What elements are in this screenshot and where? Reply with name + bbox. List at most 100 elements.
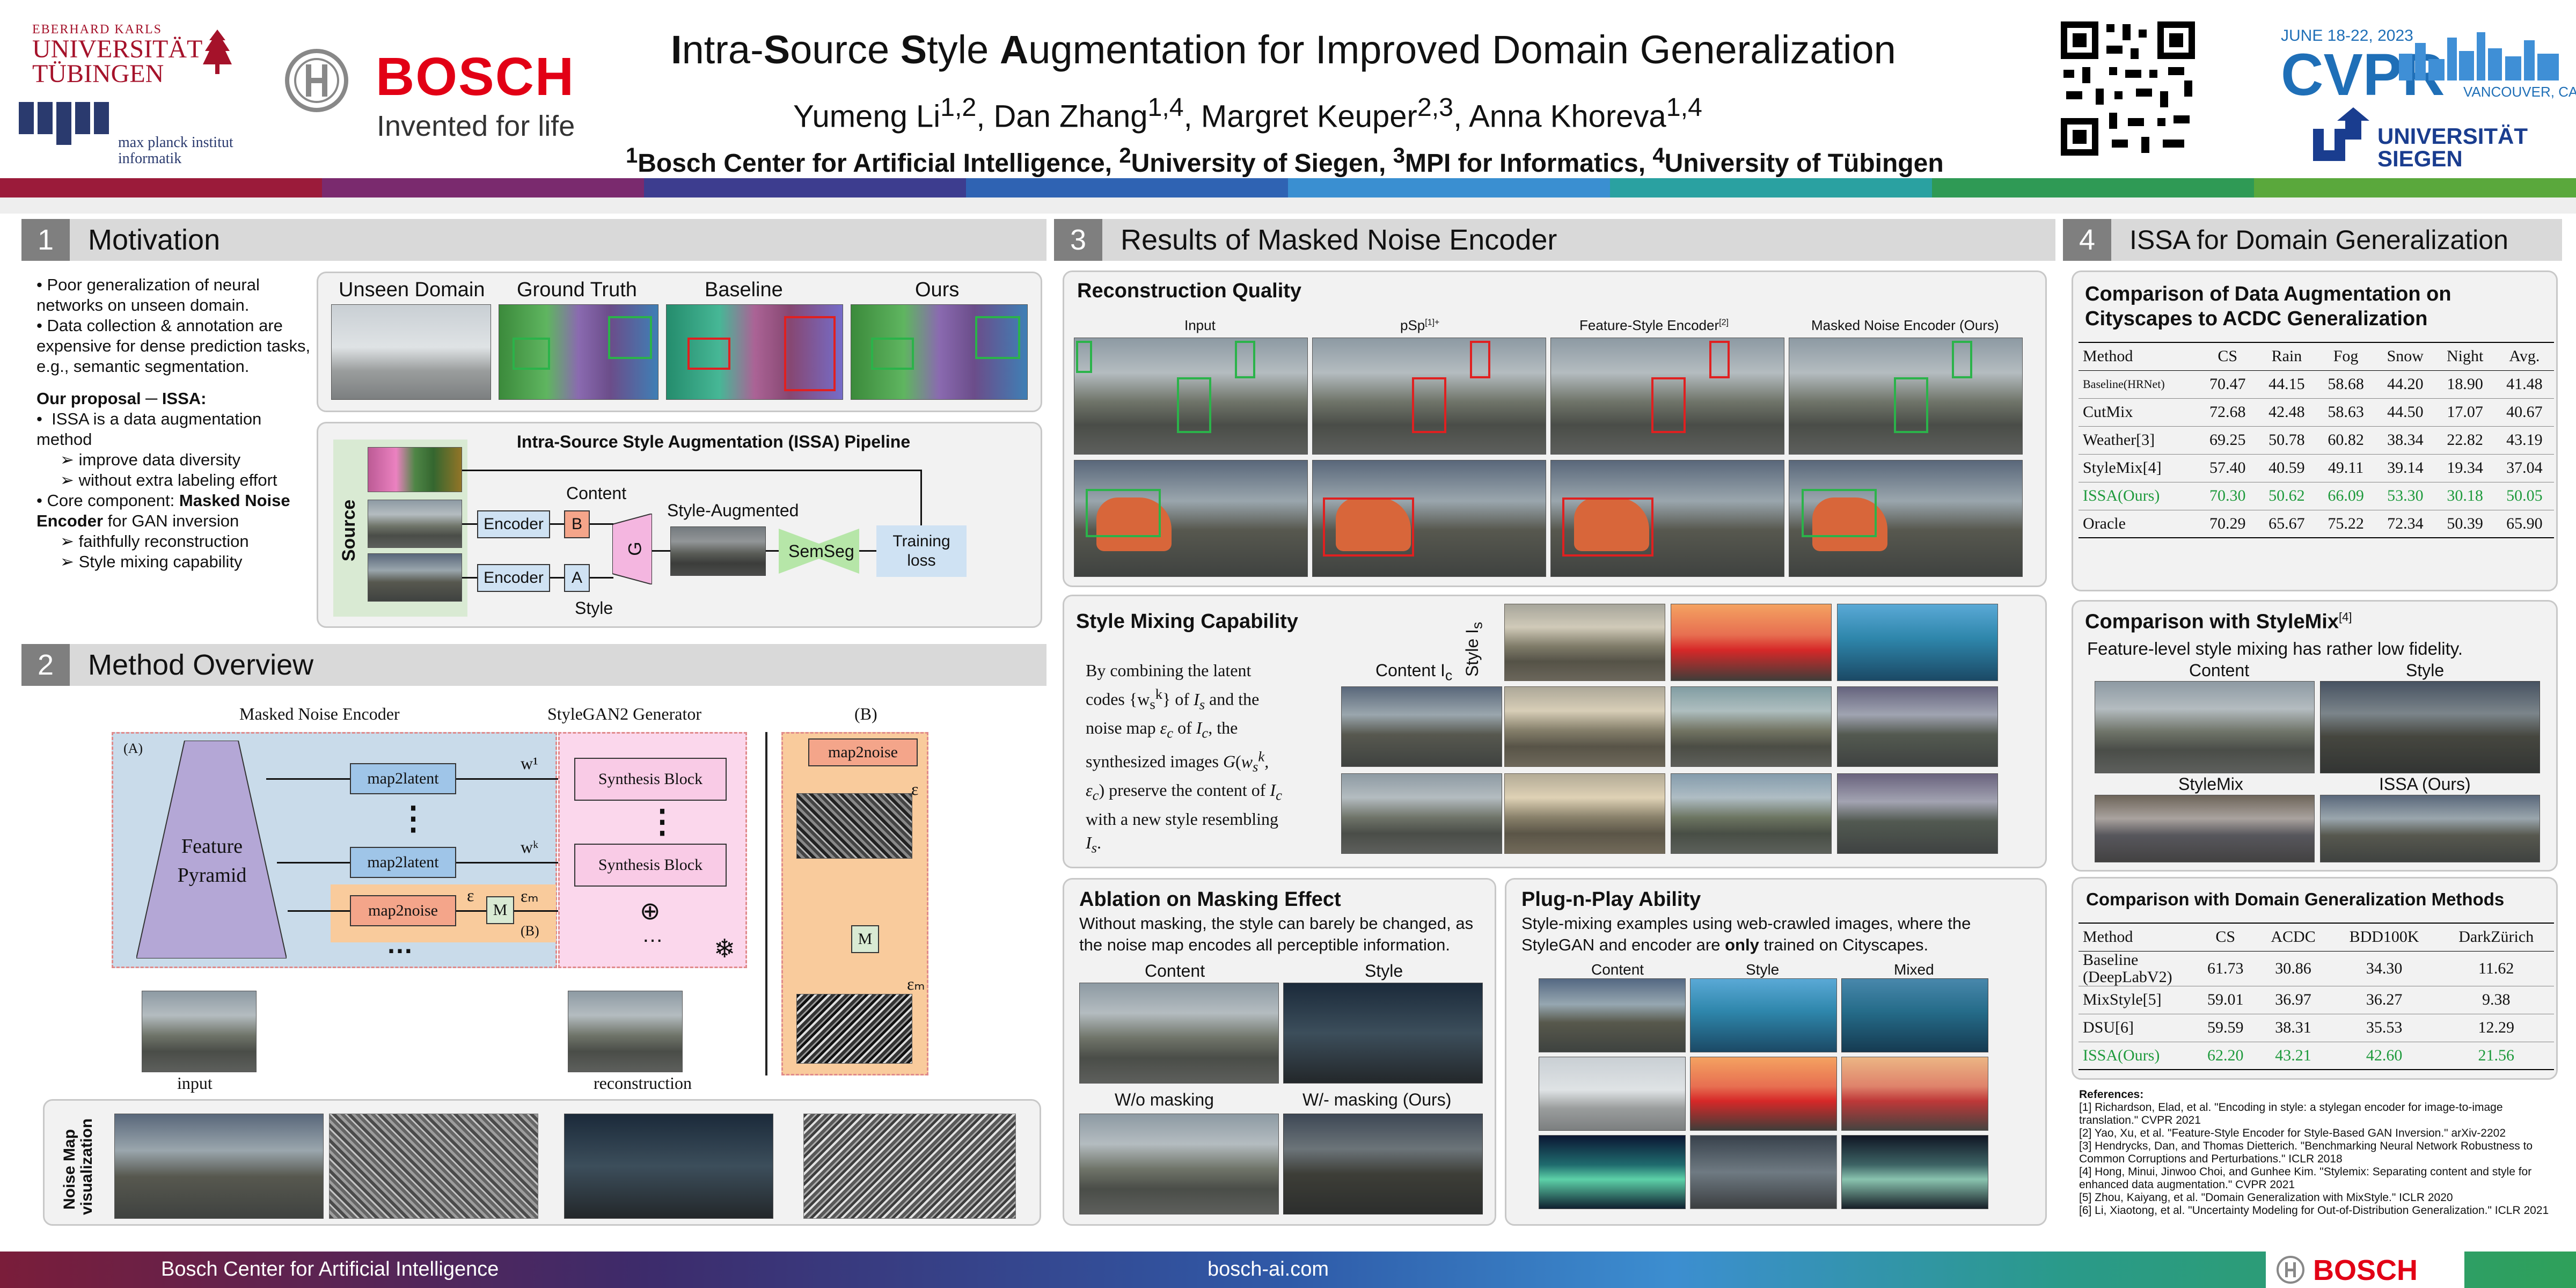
mix-result-1-1	[1504, 686, 1665, 767]
pnp-mixed-1	[1841, 978, 1988, 1052]
map2noise-box: map2noise	[350, 895, 456, 926]
table-cell: 60.82	[2328, 431, 2364, 449]
a-box: A	[564, 564, 590, 592]
source-image-2	[368, 553, 462, 602]
style-mixing-card: Style Mixing Capability By combining the…	[1063, 595, 2047, 868]
table-cell: 65.67	[2268, 514, 2305, 532]
map2latent-box-1: map2latent	[350, 763, 456, 794]
stylemix-label-content: Content	[2189, 661, 2250, 680]
semseg-label: SemSeg	[788, 541, 854, 561]
table-header-cell: Method	[2083, 347, 2133, 365]
table-header-cell: Avg.	[2509, 347, 2540, 365]
section-2-header: 2 Method Overview	[21, 644, 1046, 686]
footer-center[interactable]: bosch-ai.com	[1208, 1258, 1329, 1281]
arrow-6	[590, 577, 613, 579]
section-3-header: 3 Results of Masked Noise Encoder	[1054, 219, 2055, 261]
reconstruction-card: Reconstruction Quality Input pSp[1]+ Fea…	[1063, 270, 2047, 587]
section-3-number: 3	[1054, 219, 1102, 261]
ours-box-2	[975, 316, 1020, 359]
bosch-tagline: Invented for life	[377, 110, 575, 142]
table-cell: 43.21	[2275, 1046, 2311, 1064]
table-cell: 38.31	[2275, 1019, 2311, 1036]
recon-col-mne: Masked Noise Encoder (Ours)	[1811, 317, 1999, 333]
table-cell: 41.48	[2506, 375, 2543, 393]
reconstruction-title: Reconstruction Quality	[1077, 280, 1302, 302]
mpi-text1: max planck institut	[118, 134, 233, 151]
m-box-b: M	[851, 925, 879, 953]
pnp-mixed-3	[1841, 1135, 1988, 1209]
table-row: ISSA(Ours) 62.20 43.21 42.60 21.56	[2079, 1042, 2554, 1070]
table-header-cell: CS	[2218, 347, 2238, 365]
ablation-wo-image	[1079, 1114, 1279, 1214]
arr-f	[456, 910, 486, 912]
b-section-label: (B)	[854, 704, 877, 723]
table-cell: 66.09	[2328, 487, 2364, 504]
table-cell: 44.50	[2387, 403, 2424, 421]
table-cell: 21.56	[2478, 1046, 2514, 1064]
table-cell: 70.47	[2209, 375, 2246, 393]
style-augmented-image	[670, 526, 766, 576]
motivation-bullet-2: • Data collection & annotation are expen…	[36, 316, 311, 376]
reconstruction-label: reconstruction	[594, 1073, 692, 1093]
pnp-label-style: Style	[1746, 961, 1780, 978]
table1-card: Comparison of Data Augmentation on Citys…	[2072, 270, 2558, 591]
siegen-text1: UNIVERSITÄT	[2377, 123, 2528, 149]
table-cell: 70.29	[2209, 514, 2246, 532]
wk-label: wᵏ	[521, 837, 539, 857]
title-initial: S	[763, 27, 791, 72]
table-cell: 30.86	[2275, 959, 2311, 977]
table-cell: MixStyle[5]	[2083, 991, 2162, 1008]
mix-style-2	[1671, 604, 1832, 681]
table-cell: 12.29	[2478, 1019, 2514, 1036]
gt-box-2	[608, 316, 652, 359]
tuebingen-emblem-icon	[199, 27, 236, 75]
title-part: tyle	[927, 27, 1000, 72]
table-cell: 40.59	[2268, 459, 2305, 477]
mix-content-2	[1341, 773, 1502, 854]
training-loss-box: Training loss	[876, 525, 967, 577]
recon-col-fse: Feature-Style Encoder[2]	[1579, 317, 1729, 333]
source-label: Source	[339, 499, 360, 562]
noise-map-eps-image	[796, 793, 912, 859]
recon-col-input: Input	[1184, 317, 1216, 333]
plug-n-play-text: Style-mixing examples using web-crawled …	[1521, 914, 1971, 954]
table-cell: 42.48	[2268, 403, 2305, 421]
gt-box-1	[513, 338, 550, 370]
section-2-title: Method Overview	[88, 649, 314, 681]
table-header-cell: BDD100K	[2349, 928, 2419, 946]
arrow-11	[920, 470, 922, 525]
recon-col-psp: pSp[1]+	[1400, 317, 1440, 333]
stripe-segment	[2254, 178, 2576, 197]
table-cell: 30.18	[2447, 487, 2483, 504]
section-1-number: 1	[21, 219, 70, 261]
reference-4: [4] Hong, Minui, Jinwoo Choi, and Gunhee…	[2079, 1166, 2532, 1191]
table-header-cell: ACDC	[2271, 928, 2316, 946]
recon-box-1c	[1076, 341, 1092, 373]
table-cell: 69.25	[2209, 431, 2246, 449]
table-cell: 43.19	[2506, 431, 2543, 449]
table-cell: StyleMix[4]	[2083, 459, 2162, 477]
recon-box-8a	[1802, 489, 1877, 537]
arrow-5	[590, 523, 613, 525]
baseline-box-2	[784, 316, 836, 391]
pipeline-title: Intra-Source Style Augmentation (ISSA) P…	[517, 432, 911, 451]
plug-n-play-card: Plug-n-Play Ability Style-mixing example…	[1505, 878, 2047, 1226]
section-1-title: Motivation	[88, 224, 221, 256]
style-mixing-text: By combining the latent codes {wsk} of I…	[1086, 661, 1282, 856]
style-augmented-label: Style-Augmented	[667, 501, 799, 520]
noise-vis-image-3	[564, 1114, 773, 1219]
poster-title: Intra-Source Style Augmentation for Impr…	[671, 27, 1896, 72]
siegen-text2: SIEGEN	[2377, 146, 2463, 171]
proposal-item-1: • ISSA is a data augmentation method	[36, 409, 262, 449]
title-part: ource	[790, 27, 901, 72]
content-label: Content	[566, 484, 627, 503]
pnp-content-2	[1539, 1057, 1686, 1131]
table-row: DSU[6] 59.59 38.31 35.53 12.29	[2079, 1014, 2554, 1042]
table-row: Baseline(HRNet) 70.47 44.15 58.68 44.20 18.90…	[2079, 370, 2554, 398]
table-cell: 22.82	[2447, 431, 2483, 449]
section-4-number: 4	[2063, 219, 2111, 261]
table-header-cell: Rain	[2271, 347, 2302, 365]
proposal-heading: Our proposal ─ ISSA:	[36, 389, 207, 408]
table-row: MixStyle[5] 59.01 36.97 36.27 9.38	[2079, 986, 2554, 1014]
arrow-9	[859, 550, 876, 552]
